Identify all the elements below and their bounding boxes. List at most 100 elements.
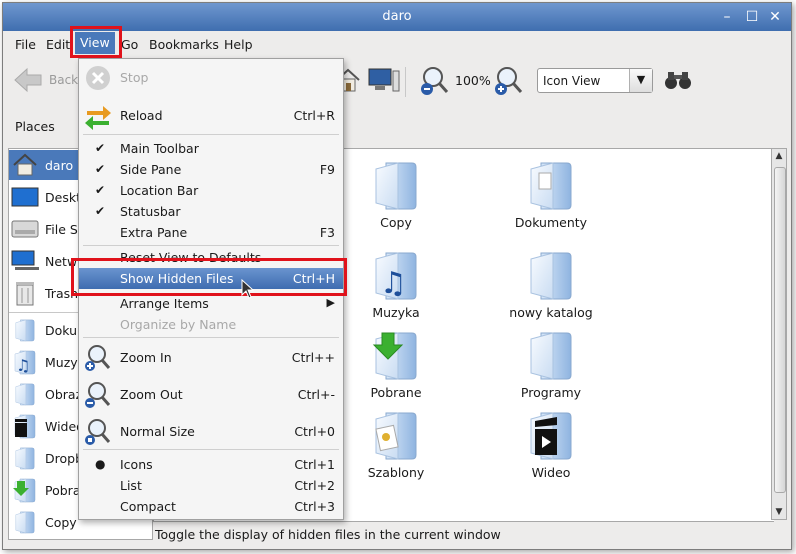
templates-folder-icon	[372, 409, 420, 461]
folder-icon	[9, 508, 41, 536]
minimize-icon[interactable]: –	[718, 8, 736, 26]
file-name: Pobrane	[370, 385, 422, 400]
check-icon: ✔	[95, 204, 106, 218]
mouse-cursor-icon	[241, 279, 255, 299]
back-button[interactable]: Back	[13, 67, 78, 93]
check-icon: ✔	[95, 183, 106, 197]
folder-icon	[527, 329, 575, 381]
dropdown-icon[interactable]: ▼	[629, 69, 652, 92]
menu-item-compact[interactable]: Compact Ctrl+3	[79, 496, 343, 517]
menu-item-side-pane[interactable]: ✔ Side Pane F9	[79, 159, 343, 180]
download-folder-icon	[372, 329, 420, 381]
menu-item-zoom-in[interactable]: Zoom In Ctrl++	[79, 345, 343, 371]
file-name: Wideo	[531, 465, 571, 480]
sidebar-item-label: daro	[45, 157, 74, 173]
file-item[interactable]: Szablony	[336, 409, 456, 480]
scroll-up-icon[interactable]: ▲	[772, 151, 786, 161]
menu-item-normal-size[interactable]: Normal Size Ctrl+0	[79, 419, 343, 445]
menu-edit[interactable]: Edit	[46, 37, 70, 52]
file-item[interactable]: Pobrane	[336, 329, 456, 400]
svg-text:♫: ♫	[380, 266, 407, 301]
folder-icon	[9, 316, 41, 344]
zoom-original-icon	[85, 419, 111, 445]
back-label: Back	[49, 73, 79, 87]
home-icon	[9, 151, 41, 179]
highlight-box-view-menu	[70, 26, 122, 58]
download-folder-icon	[9, 476, 41, 504]
menu-bookmarks[interactable]: Bookmarks	[149, 37, 219, 52]
zoom-out-button[interactable]	[419, 65, 451, 100]
status-text: Toggle the display of hidden files in th…	[155, 527, 501, 542]
music-folder-icon: ♫	[372, 249, 420, 301]
maximize-icon[interactable]: ☐	[743, 8, 761, 26]
documents-folder-icon	[527, 159, 575, 211]
menu-file[interactable]: File	[15, 37, 36, 52]
file-item[interactable]: Programy	[491, 329, 611, 400]
video-folder-icon	[9, 412, 41, 440]
trash-icon	[9, 279, 41, 307]
folder-icon	[372, 159, 420, 211]
file-name: Dokumenty	[514, 215, 588, 230]
file-item[interactable]: nowy katalog	[491, 249, 611, 320]
menu-item-organize-by-name[interactable]: Organize by Name	[79, 314, 343, 335]
window-title: daro	[382, 9, 412, 24]
file-item[interactable]: ♫ Muzyka	[336, 249, 456, 320]
stop-icon	[86, 66, 110, 90]
menu-item-zoom-out[interactable]: Zoom Out Ctrl+-	[79, 382, 343, 408]
menu-go[interactable]: Go	[121, 37, 138, 52]
back-arrow-icon	[14, 67, 42, 93]
zoom-in-button[interactable]	[493, 65, 525, 100]
sidebar-item-label: Deskt	[45, 189, 81, 205]
file-name: Szablony	[367, 465, 425, 480]
search-button[interactable]	[663, 69, 693, 94]
zoom-in-icon	[85, 345, 111, 371]
file-item[interactable]: Dokumenty	[491, 159, 611, 230]
file-item[interactable]: Wideo	[491, 409, 611, 480]
scroll-thumb[interactable]	[774, 167, 786, 493]
menu-item-statusbar[interactable]: ✔ Statusbar	[79, 201, 343, 222]
menu-item-icons[interactable]: ● Icons Ctrl+1	[79, 454, 343, 475]
binoculars-icon	[665, 72, 691, 89]
status-bar: Toggle the display of hidden files in th…	[153, 523, 773, 547]
desktop-icon	[9, 183, 41, 211]
places-header: Places	[15, 119, 55, 134]
close-icon[interactable]: ✕	[766, 8, 784, 26]
folder-icon	[9, 444, 41, 472]
menu-item-main-toolbar[interactable]: ✔ Main Toolbar	[79, 138, 343, 159]
menu-separator	[83, 449, 339, 450]
toolbar-separator	[405, 67, 406, 97]
svg-text:♫: ♫	[16, 356, 30, 375]
menu-item-stop[interactable]: Stop	[79, 66, 343, 90]
zoom-level: 100%	[455, 73, 491, 88]
menu-item-extra-pane[interactable]: Extra Pane F3	[79, 222, 343, 243]
view-mode-value: Icon View	[543, 74, 601, 88]
video-folder-icon	[527, 409, 575, 461]
folder-icon	[527, 249, 575, 301]
sidebar-item-label: Doku	[45, 322, 78, 338]
menu-separator	[83, 337, 339, 338]
reload-icon	[85, 106, 111, 130]
file-item[interactable]: Copy	[336, 159, 456, 230]
radio-bullet-icon: ●	[95, 457, 106, 471]
sidebar-item-label: Pobra	[45, 482, 81, 498]
music-folder-icon: ♫	[9, 348, 41, 376]
sidebar-item-label: Muzy	[45, 354, 78, 370]
file-name: Programy	[520, 385, 582, 400]
computer-button[interactable]	[367, 65, 401, 98]
zoom-out-icon	[85, 382, 111, 408]
scroll-down-icon[interactable]: ▼	[772, 507, 786, 517]
menu-help[interactable]: Help	[224, 37, 253, 52]
vertical-scrollbar[interactable]: ▲ ▼	[771, 148, 787, 520]
menu-separator	[83, 134, 339, 135]
menu-item-location-bar[interactable]: ✔ Location Bar	[79, 180, 343, 201]
menu-item-reload[interactable]: Reload Ctrl+R	[79, 105, 343, 130]
view-mode-select[interactable]: Icon View ▼	[537, 68, 653, 93]
drive-icon	[9, 215, 41, 243]
file-name: nowy katalog	[509, 305, 593, 320]
folder-icon	[9, 380, 41, 408]
menu-item-list[interactable]: List Ctrl+2	[79, 475, 343, 496]
network-icon	[9, 247, 41, 275]
file-name: Muzyka	[372, 305, 420, 320]
menu-item-arrange-items[interactable]: Arrange Items ▶	[79, 293, 343, 314]
check-icon: ✔	[95, 162, 106, 176]
